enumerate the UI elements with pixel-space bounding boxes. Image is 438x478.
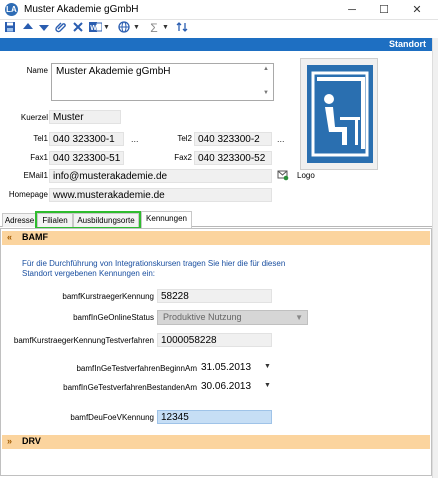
word-icon[interactable]: W xyxy=(88,21,102,35)
close-button[interactable]: ✕ xyxy=(404,2,430,18)
logo-image[interactable] xyxy=(300,58,378,170)
kuerzel-label: Kuerzel xyxy=(20,113,48,122)
bamf-info-text: Für die Durchführung von Integrationskur… xyxy=(22,259,286,278)
save-icon[interactable] xyxy=(3,21,17,35)
highlight-frame xyxy=(35,211,141,229)
tel1-more-button[interactable]: ... xyxy=(131,134,139,144)
tel2-field[interactable]: 040 323300-2 xyxy=(194,132,272,146)
kuerzel-field[interactable]: Muster xyxy=(49,110,121,124)
record-header-bar: Standort xyxy=(0,38,432,51)
email-label: EMail1 xyxy=(23,171,48,180)
tab-kennungen[interactable]: Kennungen xyxy=(141,211,192,228)
drv-section-header[interactable]: » DRV xyxy=(2,435,430,449)
side-scroll-strip[interactable] xyxy=(432,38,438,478)
tel2-more-button[interactable]: ... xyxy=(277,134,285,144)
record-type-label: Standort xyxy=(389,39,426,49)
bamf-inge-online-status-value: Produktive Nutzung xyxy=(163,312,242,322)
bamf-test-bestanden-date[interactable]: 30.06.2013 xyxy=(201,380,257,393)
attach-icon[interactable] xyxy=(54,21,68,35)
name-field[interactable]: Muster Akademie gGmbH xyxy=(51,63,274,101)
bamf-deufoev-kennung-label: bamfDeuFoeVKennung xyxy=(70,413,154,422)
globe-icon[interactable] xyxy=(117,21,131,35)
globe-dropdown-icon[interactable]: ▼ xyxy=(133,22,140,34)
bamf-section-title: BAMF xyxy=(22,232,48,242)
bamf-kurstraeger-kennung-test-label: bamfKurstraegerKennungTestverfahren xyxy=(13,336,154,345)
bamf-deufoev-kennung-field[interactable]: 12345 xyxy=(157,410,272,424)
move-up-icon[interactable] xyxy=(21,21,35,35)
bamf-kurstraeger-kennung-test-field[interactable]: 1000058228 xyxy=(157,333,272,347)
drv-section-title: DRV xyxy=(22,436,41,446)
bamf-inge-online-status-dropdown[interactable]: Produktive Nutzung ▼ xyxy=(157,310,308,325)
svg-text:W: W xyxy=(90,25,97,32)
bamf-test-beginn-date[interactable]: 31.05.2013 xyxy=(201,361,257,374)
bamf-kurstraeger-kennung-field[interactable]: 58228 xyxy=(157,289,272,303)
tel1-label: Tel1 xyxy=(33,134,48,143)
date-picker-arrow-icon[interactable]: ▼ xyxy=(264,382,271,389)
sort-icon[interactable] xyxy=(175,21,189,35)
fax1-field[interactable]: 040 323300-51 xyxy=(49,151,124,165)
name-label: Name xyxy=(26,66,48,75)
bamf-inge-online-status-label: bamfInGeOnlineStatus xyxy=(73,313,154,322)
person-at-desk-icon xyxy=(307,65,373,163)
date-picker-arrow-icon[interactable]: ▼ xyxy=(264,363,271,370)
homepage-field[interactable]: www.musterakademie.de xyxy=(49,188,272,202)
move-down-icon[interactable] xyxy=(37,21,51,35)
sum-icon[interactable]: Σ xyxy=(147,21,161,35)
delete-icon[interactable] xyxy=(71,21,85,35)
fax1-label: Fax1 xyxy=(30,153,48,162)
bamf-test-bestanden-label: bamfInGeTestverfahrenBestandenAm xyxy=(63,383,197,392)
email-field[interactable]: info@musterakademie.de xyxy=(49,169,272,183)
send-email-icon[interactable] xyxy=(277,169,289,181)
window-title: Muster Akademie gGmbH xyxy=(24,4,139,15)
collapse-chevron-icon: « xyxy=(7,232,13,242)
tab-adresse[interactable]: Adresse xyxy=(2,213,37,227)
sum-dropdown-icon[interactable]: ▼ xyxy=(162,22,169,34)
expand-chevron-icon: » xyxy=(7,436,13,446)
bamf-section-header[interactable]: « BAMF xyxy=(2,231,430,245)
bamf-kurstraeger-kennung-label: bamfKurstraegerKennung xyxy=(62,292,154,301)
tel2-label: Tel2 xyxy=(177,134,192,143)
app-icon: LA xyxy=(5,3,18,16)
tel1-field[interactable]: 040 323300-1 xyxy=(49,132,124,146)
minimize-button[interactable]: ─ xyxy=(339,2,365,18)
word-dropdown-icon[interactable]: ▼ xyxy=(103,22,110,34)
fax2-label: Fax2 xyxy=(174,153,192,162)
scroll-up-icon[interactable]: ▲ xyxy=(263,66,269,72)
logo-label: Logo xyxy=(297,171,315,180)
fax2-field[interactable]: 040 323300-52 xyxy=(194,151,272,165)
scroll-down-icon[interactable]: ▼ xyxy=(263,90,269,96)
homepage-label: Homepage xyxy=(8,190,48,199)
bamf-test-beginn-label: bamfInGeTestverfahrenBeginnAm xyxy=(76,364,197,373)
dropdown-arrow-icon: ▼ xyxy=(295,313,303,322)
maximize-button[interactable]: ☐ xyxy=(371,2,397,18)
